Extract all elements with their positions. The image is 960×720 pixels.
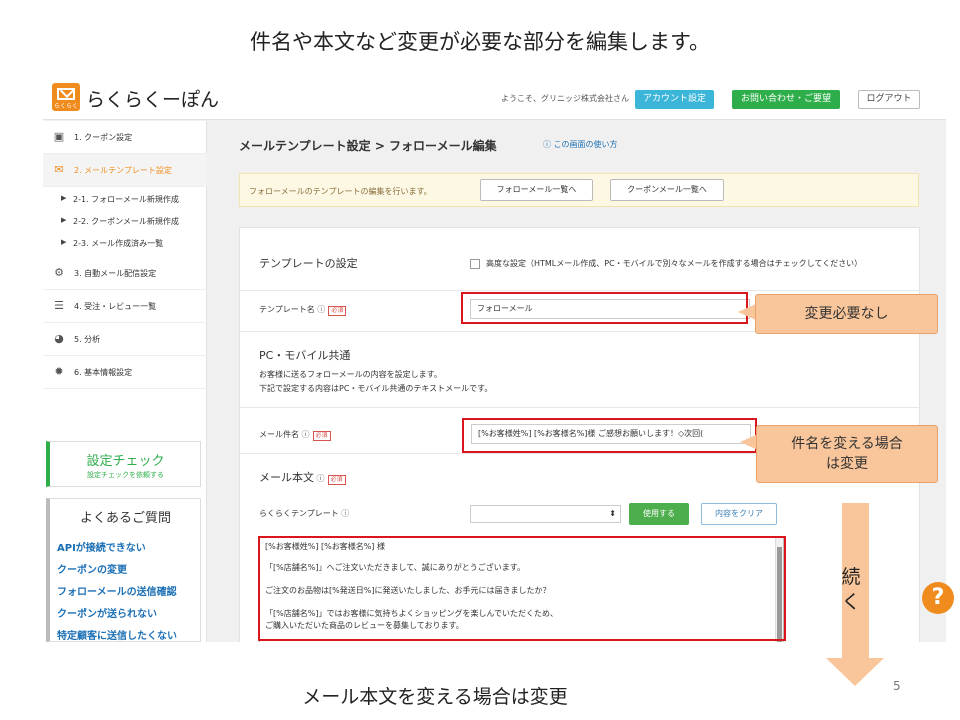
help-icon: ⓘ [314, 474, 325, 483]
sidebar-item-analysis[interactable]: ◕ 5. 分析 [43, 323, 207, 356]
faq-link[interactable]: 特定顧客に送信したくない [57, 627, 177, 642]
settings-check-title: 設定チェック [86, 454, 165, 469]
rakuraku-template-label: らくらくテンプレート ⓘ [259, 508, 349, 519]
sidebar-subitem-mail-list[interactable]: ▶ 2-3. メール作成済み一覧 [43, 232, 207, 254]
annotation-box-body [258, 536, 786, 641]
annotation-box-template-name [461, 292, 748, 324]
sidebar-subitem-coupon-new[interactable]: ▶ 2-2. クーポンメール新規作成 [43, 210, 207, 232]
caret-right-icon: ▶ [61, 194, 67, 202]
body-label: メール本文 ⓘ 必須 [259, 469, 346, 485]
mail-icon: ✉ [54, 163, 64, 176]
use-template-button[interactable]: 使用する [629, 503, 689, 525]
help-icon: ⓘ [299, 430, 310, 439]
rakuraku-template-label-text: らくらくテンプレート [259, 509, 339, 518]
caret-right-icon: ▶ [61, 216, 67, 224]
slide-title: 件名や本文など変更が必要な部分を編集します。 [250, 30, 710, 54]
gears-icon: ⚙ [54, 266, 64, 279]
logo-sub-text: らくらく [53, 103, 78, 110]
callout-subject-change: 件名を変える場合 は変更 [756, 425, 938, 483]
list-icon: ☰ [54, 299, 64, 312]
callout-no-change: 変更必要なし [755, 294, 938, 334]
sidebar-item-auto-mail[interactable]: ⚙ 3. 自動メール配信設定 [43, 257, 207, 290]
sidebar-item-label: 6. 基本情報設定 [74, 368, 133, 377]
sidebar-subitem-follow-new[interactable]: ▶ 2-1. フォローメール新規作成 [43, 188, 207, 210]
slide: 件名や本文など変更が必要な部分を編集します。 らくらく らくらくーぽん ようこそ… [0, 0, 960, 720]
faq-link[interactable]: クーポンが送られない [57, 605, 157, 620]
sidebar-item-label: 2. メールテンプレート設定 [74, 166, 172, 175]
notice-text: フォローメールのテンプレートの編集を行います。 [249, 187, 432, 196]
faq-link[interactable]: フォローメールの送信確認 [57, 583, 177, 598]
page-number: 5 [893, 679, 901, 693]
faq-link[interactable]: APIが接続できない [57, 539, 146, 554]
pie-chart-icon: ◕ [54, 332, 64, 345]
coupon-mail-list-button[interactable]: クーポンメール一覧へ [610, 179, 724, 201]
sidebar: ▣ 1. クーポン設定 ✉ 2. メールテンプレート設定 ▶ 2-1. フォロー… [43, 121, 207, 642]
divider [240, 407, 921, 408]
follow-mail-list-button[interactable]: フォローメール一覧へ [480, 179, 593, 201]
sidebar-subitem-label: 2-1. フォローメール新規作成 [73, 195, 179, 204]
faq-title: よくあるご質問 [79, 511, 171, 526]
help-link-label: この画面の使い方 [553, 140, 618, 149]
template-name-label-text: テンプレート名 [259, 305, 315, 314]
slide-footer: メール本文を変える場合は変更 [302, 686, 568, 708]
sidebar-item-label: 4. 受注・レビュー一覧 [74, 302, 157, 311]
caret-right-icon: ▶ [61, 238, 67, 246]
help-question-icon[interactable]: ? [922, 582, 954, 614]
settings-check-link[interactable]: 設定チェックを依頼する [50, 470, 201, 480]
template-name-label: テンプレート名 ⓘ 必須 [259, 304, 347, 316]
envelope-icon [57, 88, 75, 100]
advanced-settings-label: 高度な設定（HTMLメール作成、PC・モバイルで別々なメールを作成する場合はチェ… [486, 259, 863, 268]
description-line: 下記で設定する内容はPC・モバイル共通のテキストメールです。 [259, 384, 493, 393]
subject-label: メール件名 ⓘ 必須 [259, 429, 331, 441]
sidebar-item-label: 5. 分析 [74, 335, 101, 344]
account-settings-button[interactable]: アカウント設定 [635, 90, 714, 109]
down-arrow-head-icon [826, 658, 884, 686]
rakuraku-template-select[interactable]: ⬍ [470, 505, 621, 523]
sidebar-item-coupon-settings[interactable]: ▣ 1. クーポン設定 [43, 121, 207, 154]
help-link[interactable]: ⓘ この画面の使い方 [543, 139, 618, 150]
settings-check-card[interactable]: 設定チェック 設定チェックを依頼する [46, 441, 201, 487]
callout-pointer [738, 304, 756, 320]
top-bar: らくらく らくらくーぽん ようこそ、グリニッジ株式会社さん アカウント設定 お問… [43, 78, 946, 120]
sidebar-subitem-label: 2-3. メール作成済み一覧 [73, 239, 164, 248]
template-section-title: テンプレートの設定 [259, 257, 358, 270]
continue-label: 続く [841, 566, 861, 613]
callout-line: 件名を変える場合 [791, 436, 903, 452]
sidebar-subitem-label: 2-2. クーポンメール新規作成 [73, 217, 179, 226]
notice-bar: フォローメールのテンプレートの編集を行います。 フォローメール一覧へ クーポンメ… [239, 173, 919, 207]
advanced-settings-checkbox[interactable] [470, 259, 480, 269]
sidebar-item-orders-reviews[interactable]: ☰ 4. 受注・レビュー一覧 [43, 290, 207, 323]
clear-content-button[interactable]: 内容をクリア [701, 503, 777, 525]
gear-icon: ✹ [54, 365, 64, 378]
select-arrows-icon: ⬍ [609, 509, 616, 518]
coupon-icon: ▣ [53, 130, 65, 143]
help-icon: ⓘ [543, 140, 554, 149]
common-section-title: PC・モバイル共通 [259, 349, 351, 362]
logout-button[interactable]: ログアウト [858, 90, 920, 109]
app-name: らくらくーぽん [86, 89, 220, 111]
body-label-text: メール本文 [259, 471, 314, 484]
logo-icon: らくらく [52, 83, 80, 111]
faq-card: よくあるご質問 APIが接続できない クーポンの変更 フォローメールの送信確認 … [46, 498, 201, 642]
sidebar-item-label: 1. クーポン設定 [74, 133, 133, 142]
help-icon: ⓘ [314, 305, 326, 314]
annotation-box-subject [462, 418, 757, 453]
sidebar-item-label: 3. 自動メール配信設定 [74, 269, 157, 278]
divider [240, 290, 921, 291]
required-badge: 必須 [328, 306, 347, 316]
sidebar-item-basic-info[interactable]: ✹ 6. 基本情報設定 [43, 356, 207, 389]
breadcrumb: メールテンプレート設定 > フォローメール編集 [239, 139, 497, 153]
help-icon: ⓘ [338, 509, 350, 518]
required-badge: 必須 [327, 475, 346, 485]
callout-line: は変更 [826, 456, 868, 472]
contact-button[interactable]: お問い合わせ・ご要望 [732, 90, 840, 109]
description-line: お客様に送るフォローメールの内容を設定します。 [259, 370, 442, 379]
sidebar-item-mail-template[interactable]: ✉ 2. メールテンプレート設定 [43, 154, 207, 187]
required-badge: 必須 [312, 431, 331, 441]
subject-label-text: メール件名 [259, 430, 299, 439]
welcome-text: ようこそ、グリニッジ株式会社さん [501, 94, 629, 103]
faq-link[interactable]: クーポンの変更 [57, 561, 127, 576]
